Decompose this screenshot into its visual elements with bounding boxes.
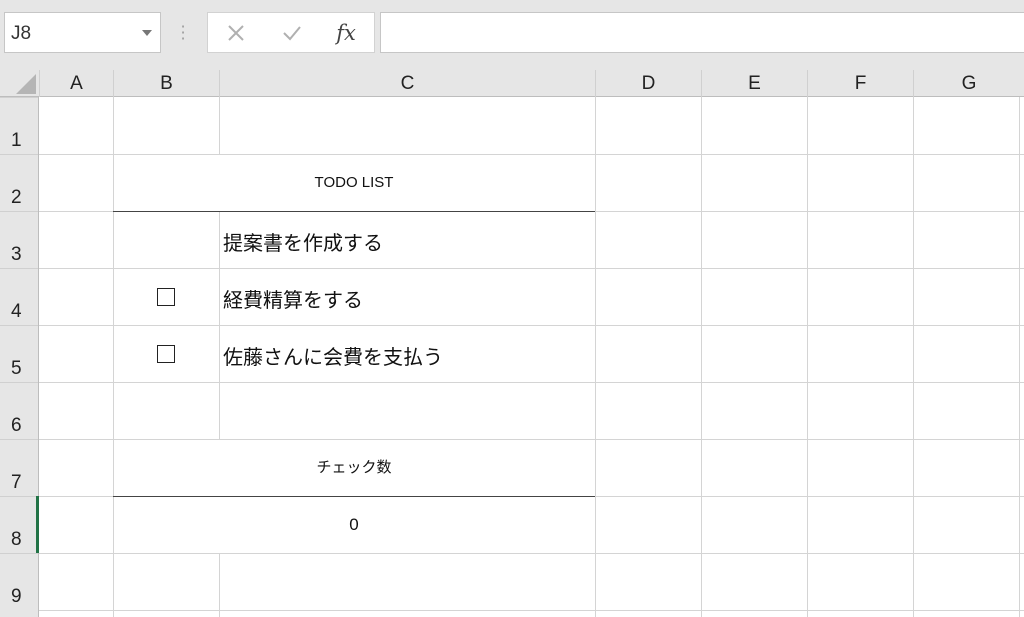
column-header-f[interactable]: F [807, 70, 913, 97]
gridline [807, 97, 808, 617]
row-header-9[interactable]: 9 [0, 553, 38, 610]
row-header-5[interactable]: 5 [0, 325, 38, 382]
gridline [219, 97, 220, 154]
gridline [39, 496, 113, 497]
function-label: fx [336, 21, 356, 45]
formula-buttons: fx [207, 12, 375, 53]
gridline [39, 211, 113, 212]
row-header-8[interactable]: 8 [0, 496, 38, 553]
row-header-1[interactable]: 1 [0, 97, 38, 154]
gridline [701, 97, 702, 617]
task-label: 提案書を作成する [223, 231, 383, 255]
close-icon[interactable] [220, 18, 252, 48]
todo-list-title: TODO LIST [314, 174, 394, 191]
row-number: 5 [11, 358, 22, 379]
gridline [39, 610, 1024, 611]
row-number: 6 [11, 415, 22, 436]
row-number: 1 [11, 130, 22, 151]
column-header-d[interactable]: D [595, 70, 701, 97]
name-box[interactable]: J8 [4, 12, 161, 53]
row-number: 7 [11, 472, 22, 493]
row-number: 9 [11, 586, 22, 607]
select-all-icon [16, 74, 36, 94]
select-all-button[interactable] [0, 70, 39, 97]
gridline [39, 553, 1024, 554]
column-header-a[interactable]: A [39, 70, 113, 97]
column-header-b[interactable]: B [113, 70, 219, 97]
gridline [1019, 97, 1020, 617]
row-number: 3 [11, 244, 22, 265]
gridline [39, 268, 1024, 269]
check-count-label: チェック数 [316, 459, 392, 476]
row-number: 4 [11, 301, 22, 322]
gridline [39, 325, 1024, 326]
row-headers: 1 2 3 4 5 6 7 8 9 [0, 97, 39, 617]
formula-input[interactable] [380, 12, 1024, 53]
row-header-3[interactable]: 3 [0, 211, 38, 268]
row-header-2[interactable]: 2 [0, 154, 38, 211]
name-box-value: J8 [11, 23, 32, 44]
chevron-down-icon[interactable] [142, 30, 152, 36]
row-number: 2 [11, 187, 22, 208]
function-icon[interactable]: fx [330, 18, 362, 48]
row-header-4[interactable]: 4 [0, 268, 38, 325]
row-header-6[interactable]: 6 [0, 382, 38, 439]
gridline [913, 97, 914, 617]
column-header-c[interactable]: C [219, 70, 595, 97]
column-header-g[interactable]: G [913, 70, 1024, 97]
title-bottom-border [113, 211, 595, 212]
row-number: 8 [11, 529, 22, 550]
task-label: 佐藤さんに会費を支払う [223, 345, 443, 369]
check-icon[interactable] [276, 18, 308, 48]
formula-bar: J8 · · · fx [0, 0, 1024, 70]
check-count-value: 0 [349, 515, 359, 534]
task-checkbox[interactable] [157, 288, 175, 306]
more-options-icon[interactable]: · · · [178, 19, 188, 47]
column-headers: A B C D E F G [0, 70, 1024, 97]
spreadsheet-window: J8 · · · fx A B C D E F G 1 2 3 4 5 6 7 … [0, 0, 1024, 617]
gridline [595, 496, 1024, 497]
gridline [595, 97, 596, 617]
column-header-e[interactable]: E [701, 70, 807, 97]
gridline [219, 553, 220, 617]
cell-grid[interactable]: TODO LIST 提案書を作成する 経費精算をする 佐藤さんに会費を支払う チ… [39, 97, 1024, 617]
row-header-7[interactable]: 7 [0, 439, 38, 496]
task-label: 経費精算をする [223, 288, 363, 312]
gridline [39, 382, 1024, 383]
task-checkbox[interactable] [157, 345, 175, 363]
gridline [595, 211, 1024, 212]
